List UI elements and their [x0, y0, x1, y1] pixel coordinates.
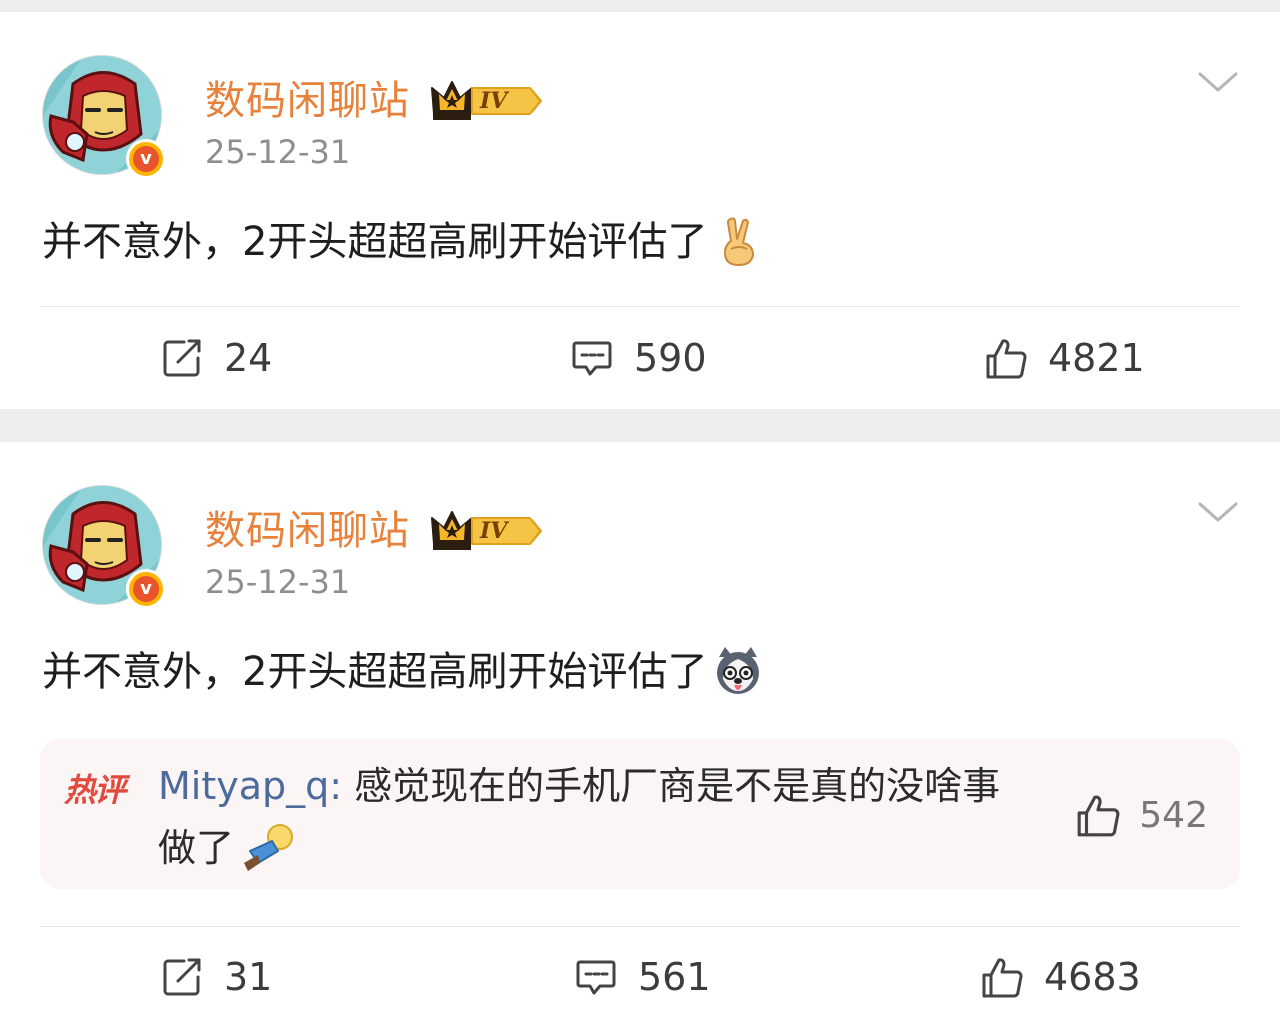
like-count: 4683 — [1044, 955, 1141, 999]
victory-hand-emoji-icon — [713, 215, 763, 267]
comment-icon — [574, 955, 618, 999]
avatar[interactable]: v — [42, 485, 166, 609]
repost-icon — [160, 955, 204, 999]
hot-comment[interactable]: 热评 Mityap_q: 感觉现在的手机厂商是不是真的没啥事做了 542 — [40, 739, 1240, 889]
repost-count: 24 — [224, 336, 273, 380]
author-name[interactable]: 数码闲聊站 — [205, 504, 410, 558]
divider — [40, 306, 1240, 307]
post-date: 25-12-31 — [205, 563, 351, 601]
chevron-down-icon[interactable] — [1194, 66, 1242, 98]
level-text: IV — [480, 88, 508, 114]
post-date: 25-12-31 — [205, 133, 351, 171]
avatar[interactable]: v — [42, 55, 166, 179]
comment-button[interactable]: 561 — [574, 947, 711, 1007]
comment-button[interactable]: 590 — [570, 328, 707, 388]
author-name[interactable]: 数码闲聊站 — [205, 74, 410, 128]
comment-count: 590 — [634, 336, 707, 380]
post-body: 并不意外，2开头超超高刷开始评估了 — [42, 219, 708, 265]
hot-comment-separator: : — [329, 764, 343, 808]
level-badge: IV — [430, 78, 544, 124]
hot-comment-user[interactable]: Mityap_q — [158, 764, 329, 808]
comment-count: 561 — [638, 955, 711, 999]
feed: v 数码闲聊站 IV 25-12-31 并不意外，2开头超超高刷开始评估了 24… — [0, 0, 1280, 1017]
level-text: IV — [480, 518, 508, 544]
repost-button[interactable]: 31 — [160, 947, 272, 1007]
comment-icon — [570, 336, 614, 380]
hot-comment-like-count: 542 — [1139, 794, 1208, 836]
action-bar: 24 590 4821 — [0, 328, 1280, 388]
post-text: 并不意外，2开头超超高刷开始评估了 — [42, 642, 763, 702]
post-card[interactable]: v 数码闲聊站 IV 25-12-31 并不意外，2开头超超高刷开始评估了 24… — [0, 12, 1280, 409]
hot-comment-like-button[interactable]: 542 — [1075, 787, 1208, 843]
divider — [40, 926, 1240, 927]
chevron-down-icon[interactable] — [1194, 496, 1242, 528]
verified-icon: v — [126, 139, 166, 179]
post-card[interactable]: v 数码闲聊站 IV 25-12-31 并不意外，2开头超超高刷开始评估了 热评… — [0, 442, 1280, 1017]
repost-count: 31 — [224, 955, 273, 999]
hot-comment-tag: 热评 — [64, 771, 126, 809]
like-button[interactable]: 4683 — [980, 947, 1141, 1007]
post-text: 并不意外，2开头超超高刷开始评估了 — [42, 212, 763, 272]
thumbs-up-icon — [1075, 792, 1121, 838]
lying-flat-emoji-icon — [240, 821, 296, 873]
level-badge: IV — [430, 508, 544, 554]
verified-icon: v — [126, 569, 166, 609]
thumbs-up-icon — [980, 955, 1024, 999]
husky-dog-emoji-icon — [713, 645, 763, 697]
post-body: 并不意外，2开头超超高刷开始评估了 — [42, 649, 708, 695]
like-count: 4821 — [1048, 336, 1145, 380]
repost-button[interactable]: 24 — [160, 328, 272, 388]
thumbs-up-icon — [984, 336, 1028, 380]
repost-icon — [160, 336, 204, 380]
action-bar: 31 561 4683 — [0, 947, 1280, 1007]
hot-comment-text: Mityap_q: 感觉现在的手机厂商是不是真的没啥事做了 — [158, 755, 1038, 879]
like-button[interactable]: 4821 — [984, 328, 1145, 388]
